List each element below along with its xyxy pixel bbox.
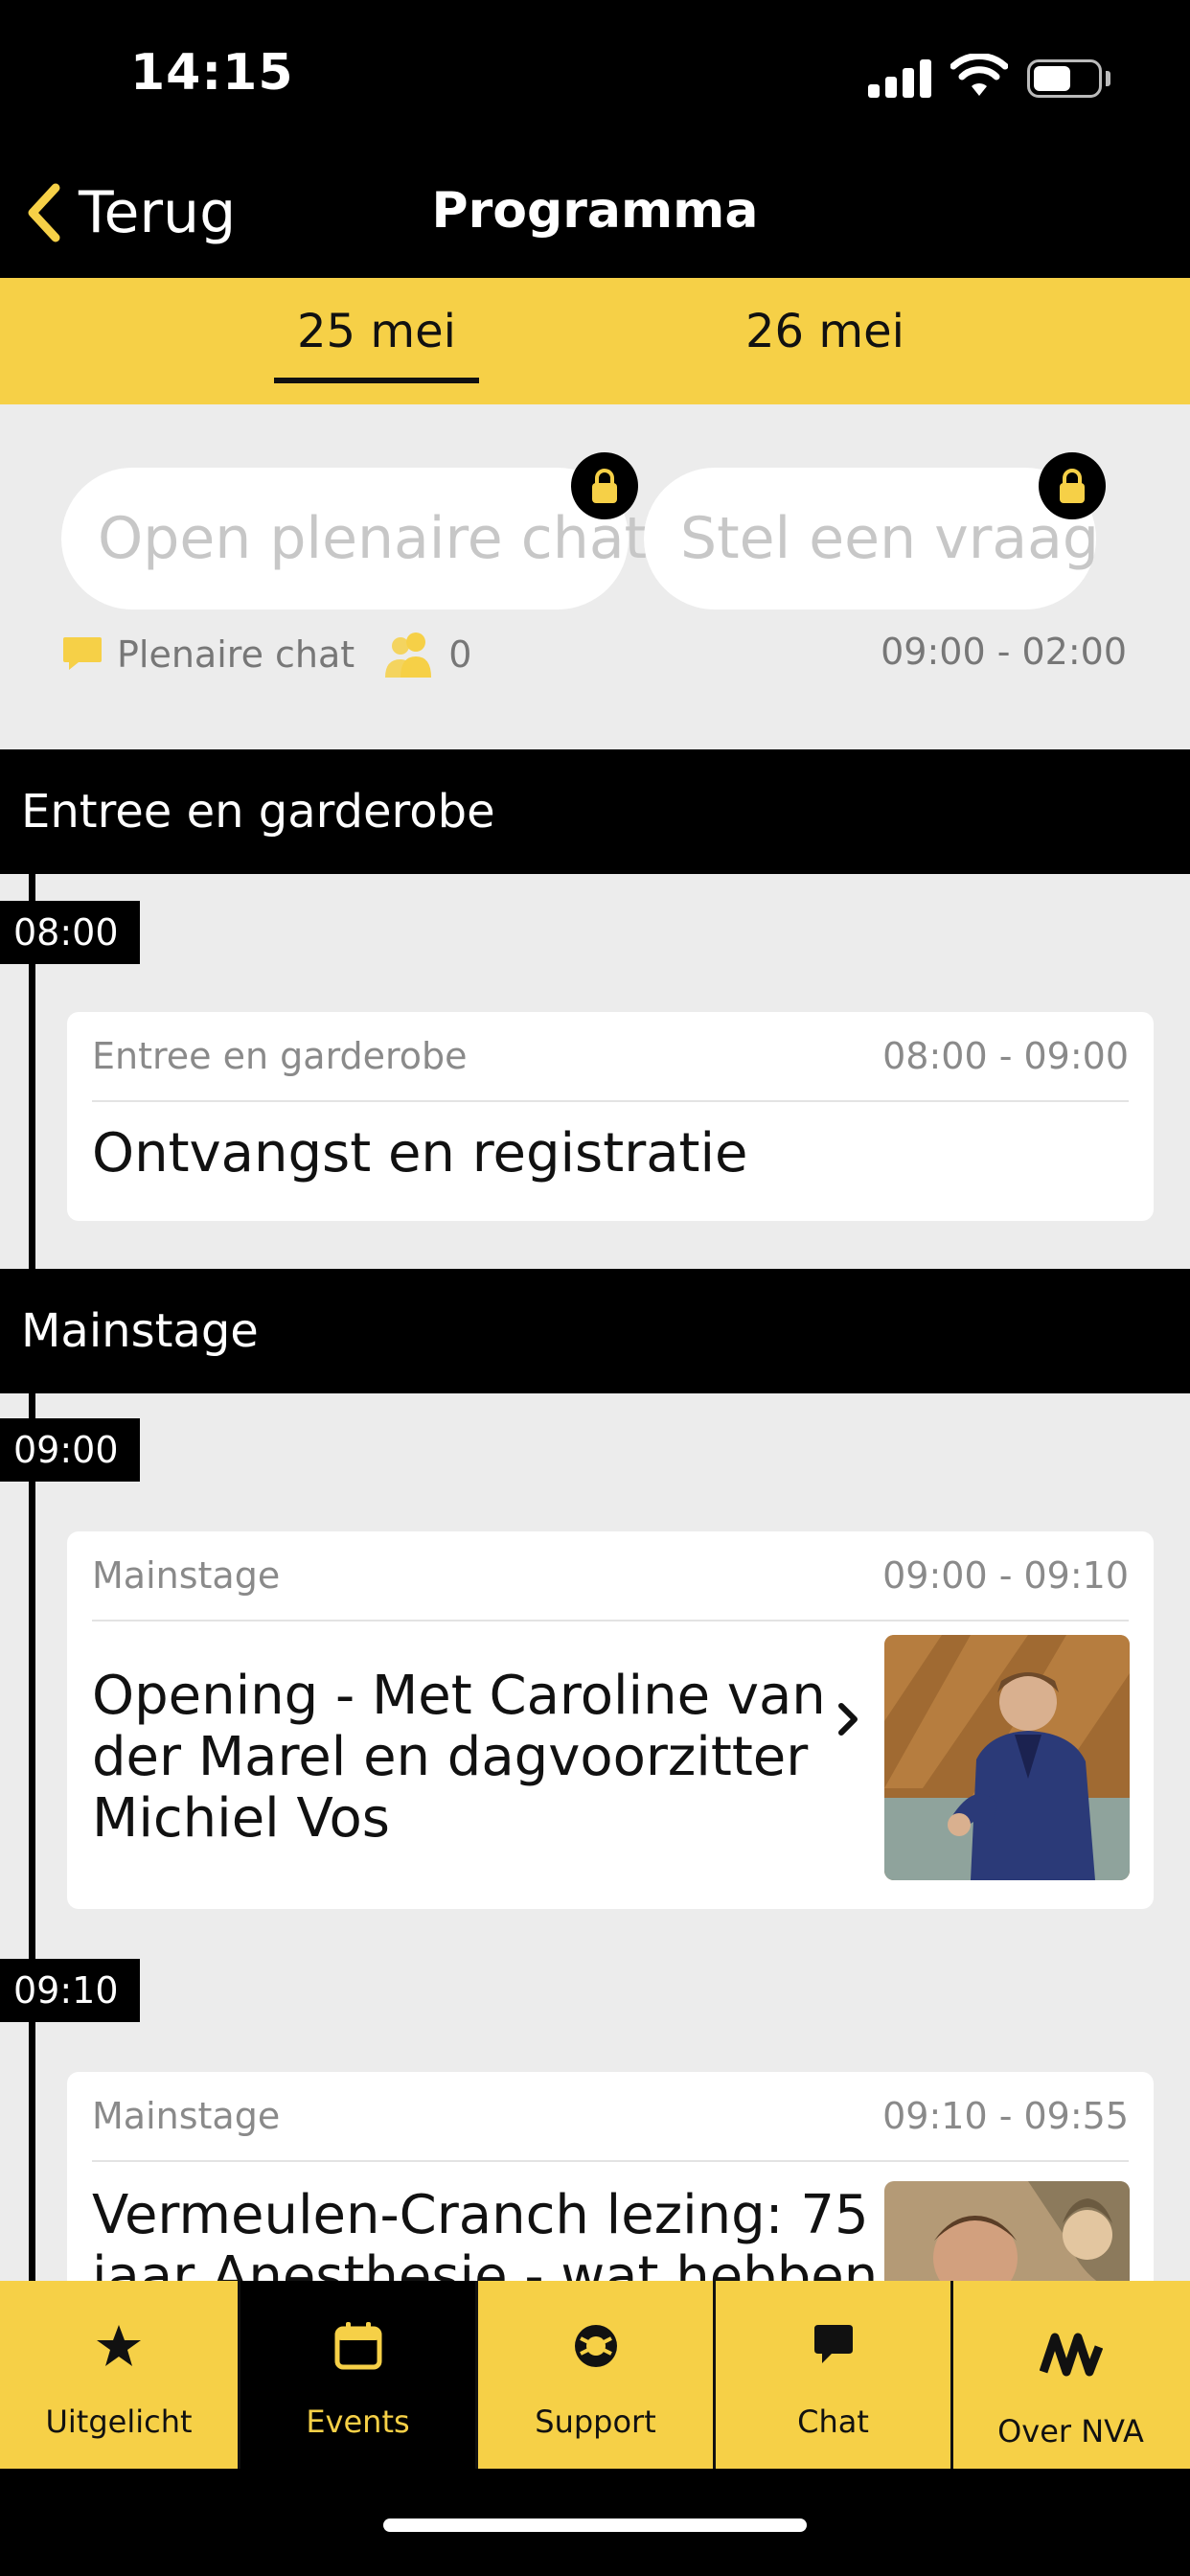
battery-tip <box>1106 71 1110 86</box>
tab-support[interactable]: Support <box>475 2281 713 2469</box>
session-card-header: Mainstage 09:00 - 09:10 <box>92 1531 1129 1622</box>
section-header-mainstage: Mainstage <box>0 1269 1190 1393</box>
tab-events[interactable]: Events <box>238 2281 475 2469</box>
navigation-bar: Terug Programma <box>0 153 1190 278</box>
timeline-line <box>29 1393 35 2281</box>
tab-uitgelicht[interactable]: Uitgelicht <box>0 2281 238 2469</box>
session-title-line: Vermeulen-Cranch lezing: 75 <box>92 2184 869 2246</box>
battery-icon <box>1027 59 1102 98</box>
tab-label: Chat <box>797 2404 869 2440</box>
ask-question-label: Stel een vraag <box>680 505 1099 572</box>
home-indicator[interactable] <box>383 2518 807 2532</box>
tab-label: Over NVA <box>997 2413 1144 2450</box>
cellular-signal-icon <box>868 58 931 98</box>
wifi-icon <box>950 54 1008 96</box>
nva-logo-icon <box>1039 2333 1103 2377</box>
session-location: Mainstage <box>92 2095 281 2137</box>
status-time: 14:15 <box>130 44 294 102</box>
session-card-header: Mainstage 09:10 - 09:55 <box>92 2072 1129 2162</box>
lock-icon <box>571 452 638 519</box>
session-location: Entree en garderobe <box>92 1035 468 1077</box>
plenary-chat-label: Plenaire chat <box>117 633 355 676</box>
tab-25-mei[interactable]: 25 mei <box>274 305 479 383</box>
participants-icon <box>385 632 432 678</box>
tab-over-nva[interactable]: Over NVA <box>950 2281 1188 2469</box>
date-tabs: 25 mei 26 mei <box>0 278 1190 404</box>
speaker-photo <box>884 1635 1130 1880</box>
lock-icon <box>1039 452 1106 519</box>
calendar-icon <box>334 2322 381 2370</box>
tab-label: Support <box>535 2404 656 2440</box>
session-time-range: 09:00 - 09:10 <box>882 1554 1129 1597</box>
participant-count: 0 <box>448 633 472 676</box>
bottom-tab-bar: Uitgelicht Events Support Chat Over NVA <box>0 2281 1190 2469</box>
section-header-entree: Entree en garderobe <box>0 749 1190 874</box>
session-title: Opening - Met Caroline van der Marel en … <box>92 1666 826 1850</box>
star-icon <box>97 2325 141 2366</box>
tab-26-mei[interactable]: 26 mei <box>745 305 904 358</box>
session-title-line: Michiel Vos <box>92 1787 390 1850</box>
chat-bubble-icon <box>813 2325 853 2363</box>
tab-label: Uitgelicht <box>45 2404 193 2440</box>
time-label: 09:00 <box>0 1418 140 1482</box>
tab-chat[interactable]: Chat <box>713 2281 950 2469</box>
plenary-chat-meta: Plenaire chat 0 <box>61 631 471 678</box>
lifebuoy-icon <box>574 2325 617 2367</box>
open-plenary-chat-button[interactable]: Open plenaire chat <box>61 468 647 610</box>
open-plenary-chat-label: Open plenaire chat <box>98 505 648 572</box>
session-card[interactable]: Entree en garderobe 08:00 - 09:00 Ontvan… <box>67 1012 1154 1221</box>
chevron-right-icon <box>838 1703 858 1736</box>
session-location: Mainstage <box>92 1554 281 1597</box>
chat-bubble-icon <box>63 637 102 670</box>
session-time-range: 09:10 - 09:55 <box>882 2095 1129 2137</box>
session-card[interactable]: Mainstage 09:00 - 09:10 Opening - Met Ca… <box>67 1531 1154 1909</box>
session-title-line: der Marel en dagvoorzitter <box>92 1726 809 1788</box>
session-title-line: Opening - Met Caroline van <box>92 1665 826 1727</box>
session-card-header: Entree en garderobe 08:00 - 09:00 <box>92 1012 1129 1102</box>
chat-hours: 09:00 - 02:00 <box>881 631 1127 673</box>
time-label: 08:00 <box>0 901 140 964</box>
session-title: Ontvangst en registratie <box>92 1122 748 1184</box>
time-label: 09:10 <box>0 1959 140 2022</box>
page-title: Programma <box>431 182 759 240</box>
status-bar: 14:15 <box>0 0 1190 153</box>
home-indicator-area <box>0 2469 1190 2576</box>
tab-label: Events <box>306 2404 410 2440</box>
ask-question-button[interactable]: Stel een vraag <box>644 468 1099 610</box>
session-time-range: 08:00 - 09:00 <box>882 1035 1129 1077</box>
